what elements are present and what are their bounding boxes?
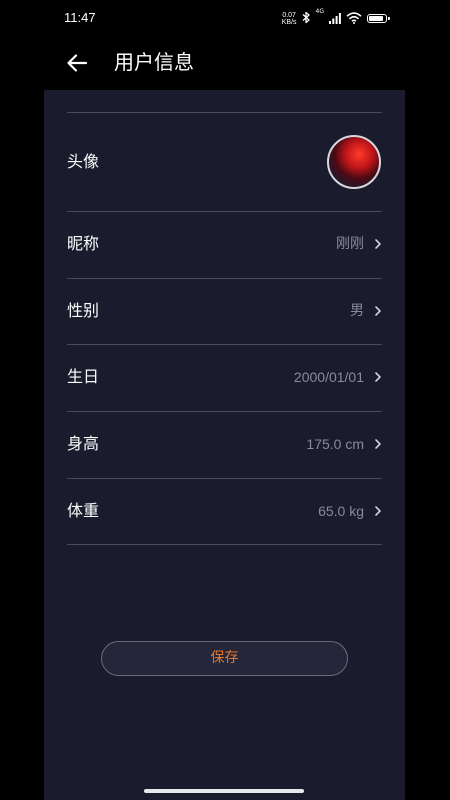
gender-value: 男	[350, 303, 364, 319]
network-speed-value: 0.07	[282, 11, 296, 19]
avatar-row[interactable]: 头像	[67, 113, 382, 212]
battery-level	[369, 16, 383, 21]
height-label: 身高	[67, 434, 100, 453]
weight-value: 65.0 kg	[318, 503, 364, 519]
network-type: 4G	[315, 8, 324, 15]
status-time: 11:47	[64, 10, 96, 25]
bluetooth-icon	[302, 9, 311, 28]
network-speed: 0.07 KB/s	[282, 12, 297, 26]
weight-row[interactable]: 体重 65.0 kg	[67, 479, 382, 545]
network-speed-unit: KB/s	[281, 18, 297, 26]
nickname-row[interactable]: 昵称 刚刚	[67, 212, 382, 279]
nickname-value: 刚刚	[336, 236, 364, 252]
save-button[interactable]: 保存	[101, 641, 348, 676]
app-header: 用户信息	[44, 36, 405, 90]
chevron-right-icon	[375, 439, 381, 449]
weight-label: 体重	[67, 501, 100, 520]
home-indicator[interactable]	[144, 789, 304, 793]
chevron-right-icon	[375, 506, 381, 516]
arrow-left-icon	[67, 54, 88, 72]
wifi-icon	[346, 9, 362, 28]
chevron-right-icon	[375, 239, 381, 249]
cell-signal-icon	[329, 9, 341, 28]
birthday-value: 2000/01/01	[293, 369, 364, 385]
nickname-label: 昵称	[67, 234, 100, 253]
page-title: 用户信息	[114, 50, 194, 74]
status-icons: 0.07 KB/s 4G	[282, 8, 390, 28]
chevron-right-icon	[375, 306, 381, 316]
back-button[interactable]	[64, 50, 90, 76]
height-value: 175.0 cm	[306, 436, 364, 452]
chevron-right-icon	[375, 372, 381, 382]
gender-row[interactable]: 性别 男	[67, 279, 382, 345]
birthday-label: 生日	[67, 367, 100, 386]
avatar[interactable]	[327, 135, 381, 189]
gender-label: 性别	[67, 301, 100, 320]
avatar-label: 头像	[67, 152, 100, 171]
profile-form: 头像 昵称 刚刚 性别 男 生日 2000/01/01 身高 175.0 cm …	[44, 90, 405, 800]
height-row[interactable]: 身高 175.0 cm	[67, 412, 382, 479]
phone-screen: 11:47 0.07 KB/s 4G 用户信息 头像 昵称 刚刚 性别 男 生日…	[44, 0, 405, 800]
status-bar: 11:47 0.07 KB/s 4G	[44, 0, 405, 36]
battery-icon	[367, 14, 390, 23]
birthday-row[interactable]: 生日 2000/01/01	[67, 345, 382, 412]
